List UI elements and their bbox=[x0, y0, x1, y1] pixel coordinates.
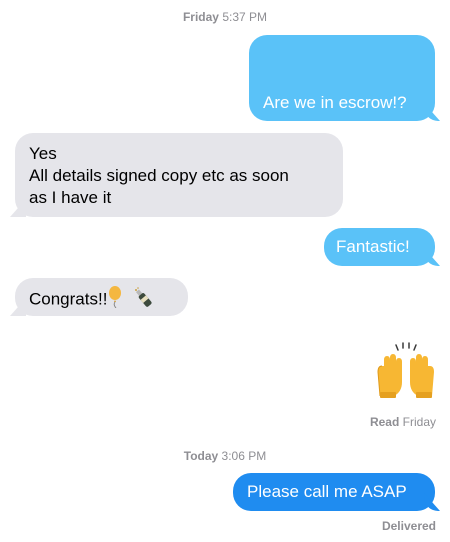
message-congrats[interactable]: Congrats!! bbox=[15, 278, 188, 316]
timestamp-time: 3:06 PM bbox=[221, 449, 267, 463]
message-text: Congrats!! bbox=[29, 289, 108, 309]
message-escrow-question[interactable]: Are we in escrow!? bbox=[249, 35, 435, 121]
timestamp-day: Today bbox=[183, 449, 219, 463]
message-fantastic[interactable]: Fantastic! bbox=[324, 228, 435, 266]
message-line: as I have it bbox=[29, 188, 112, 207]
message-line: All details signed copy etc as soon bbox=[29, 166, 289, 185]
timestamp-friday: Friday 5:37 PM bbox=[0, 10, 450, 24]
message-yes-details[interactable]: Yes All details signed copy etc as soon … bbox=[15, 133, 343, 217]
message-line: Yes bbox=[29, 144, 57, 163]
message-text: Please call me ASAP bbox=[247, 482, 407, 501]
timestamp-time: 5:37 PM bbox=[222, 10, 268, 24]
champagne-bottle-icon bbox=[133, 286, 155, 314]
timestamp-today: Today 3:06 PM bbox=[0, 449, 450, 463]
message-text: Fantastic! bbox=[336, 237, 410, 256]
balloon-icon bbox=[107, 286, 125, 314]
raising-hands-emoji[interactable] bbox=[372, 342, 440, 400]
read-day: Friday bbox=[402, 415, 436, 429]
message-text: Are we in escrow!? bbox=[263, 93, 407, 112]
read-receipt: Read Friday bbox=[370, 415, 436, 429]
timestamp-day: Friday bbox=[182, 10, 219, 24]
delivered-status: Delivered bbox=[381, 519, 436, 533]
read-label: Read bbox=[369, 415, 400, 429]
message-call-asap[interactable]: Please call me ASAP bbox=[233, 473, 435, 511]
